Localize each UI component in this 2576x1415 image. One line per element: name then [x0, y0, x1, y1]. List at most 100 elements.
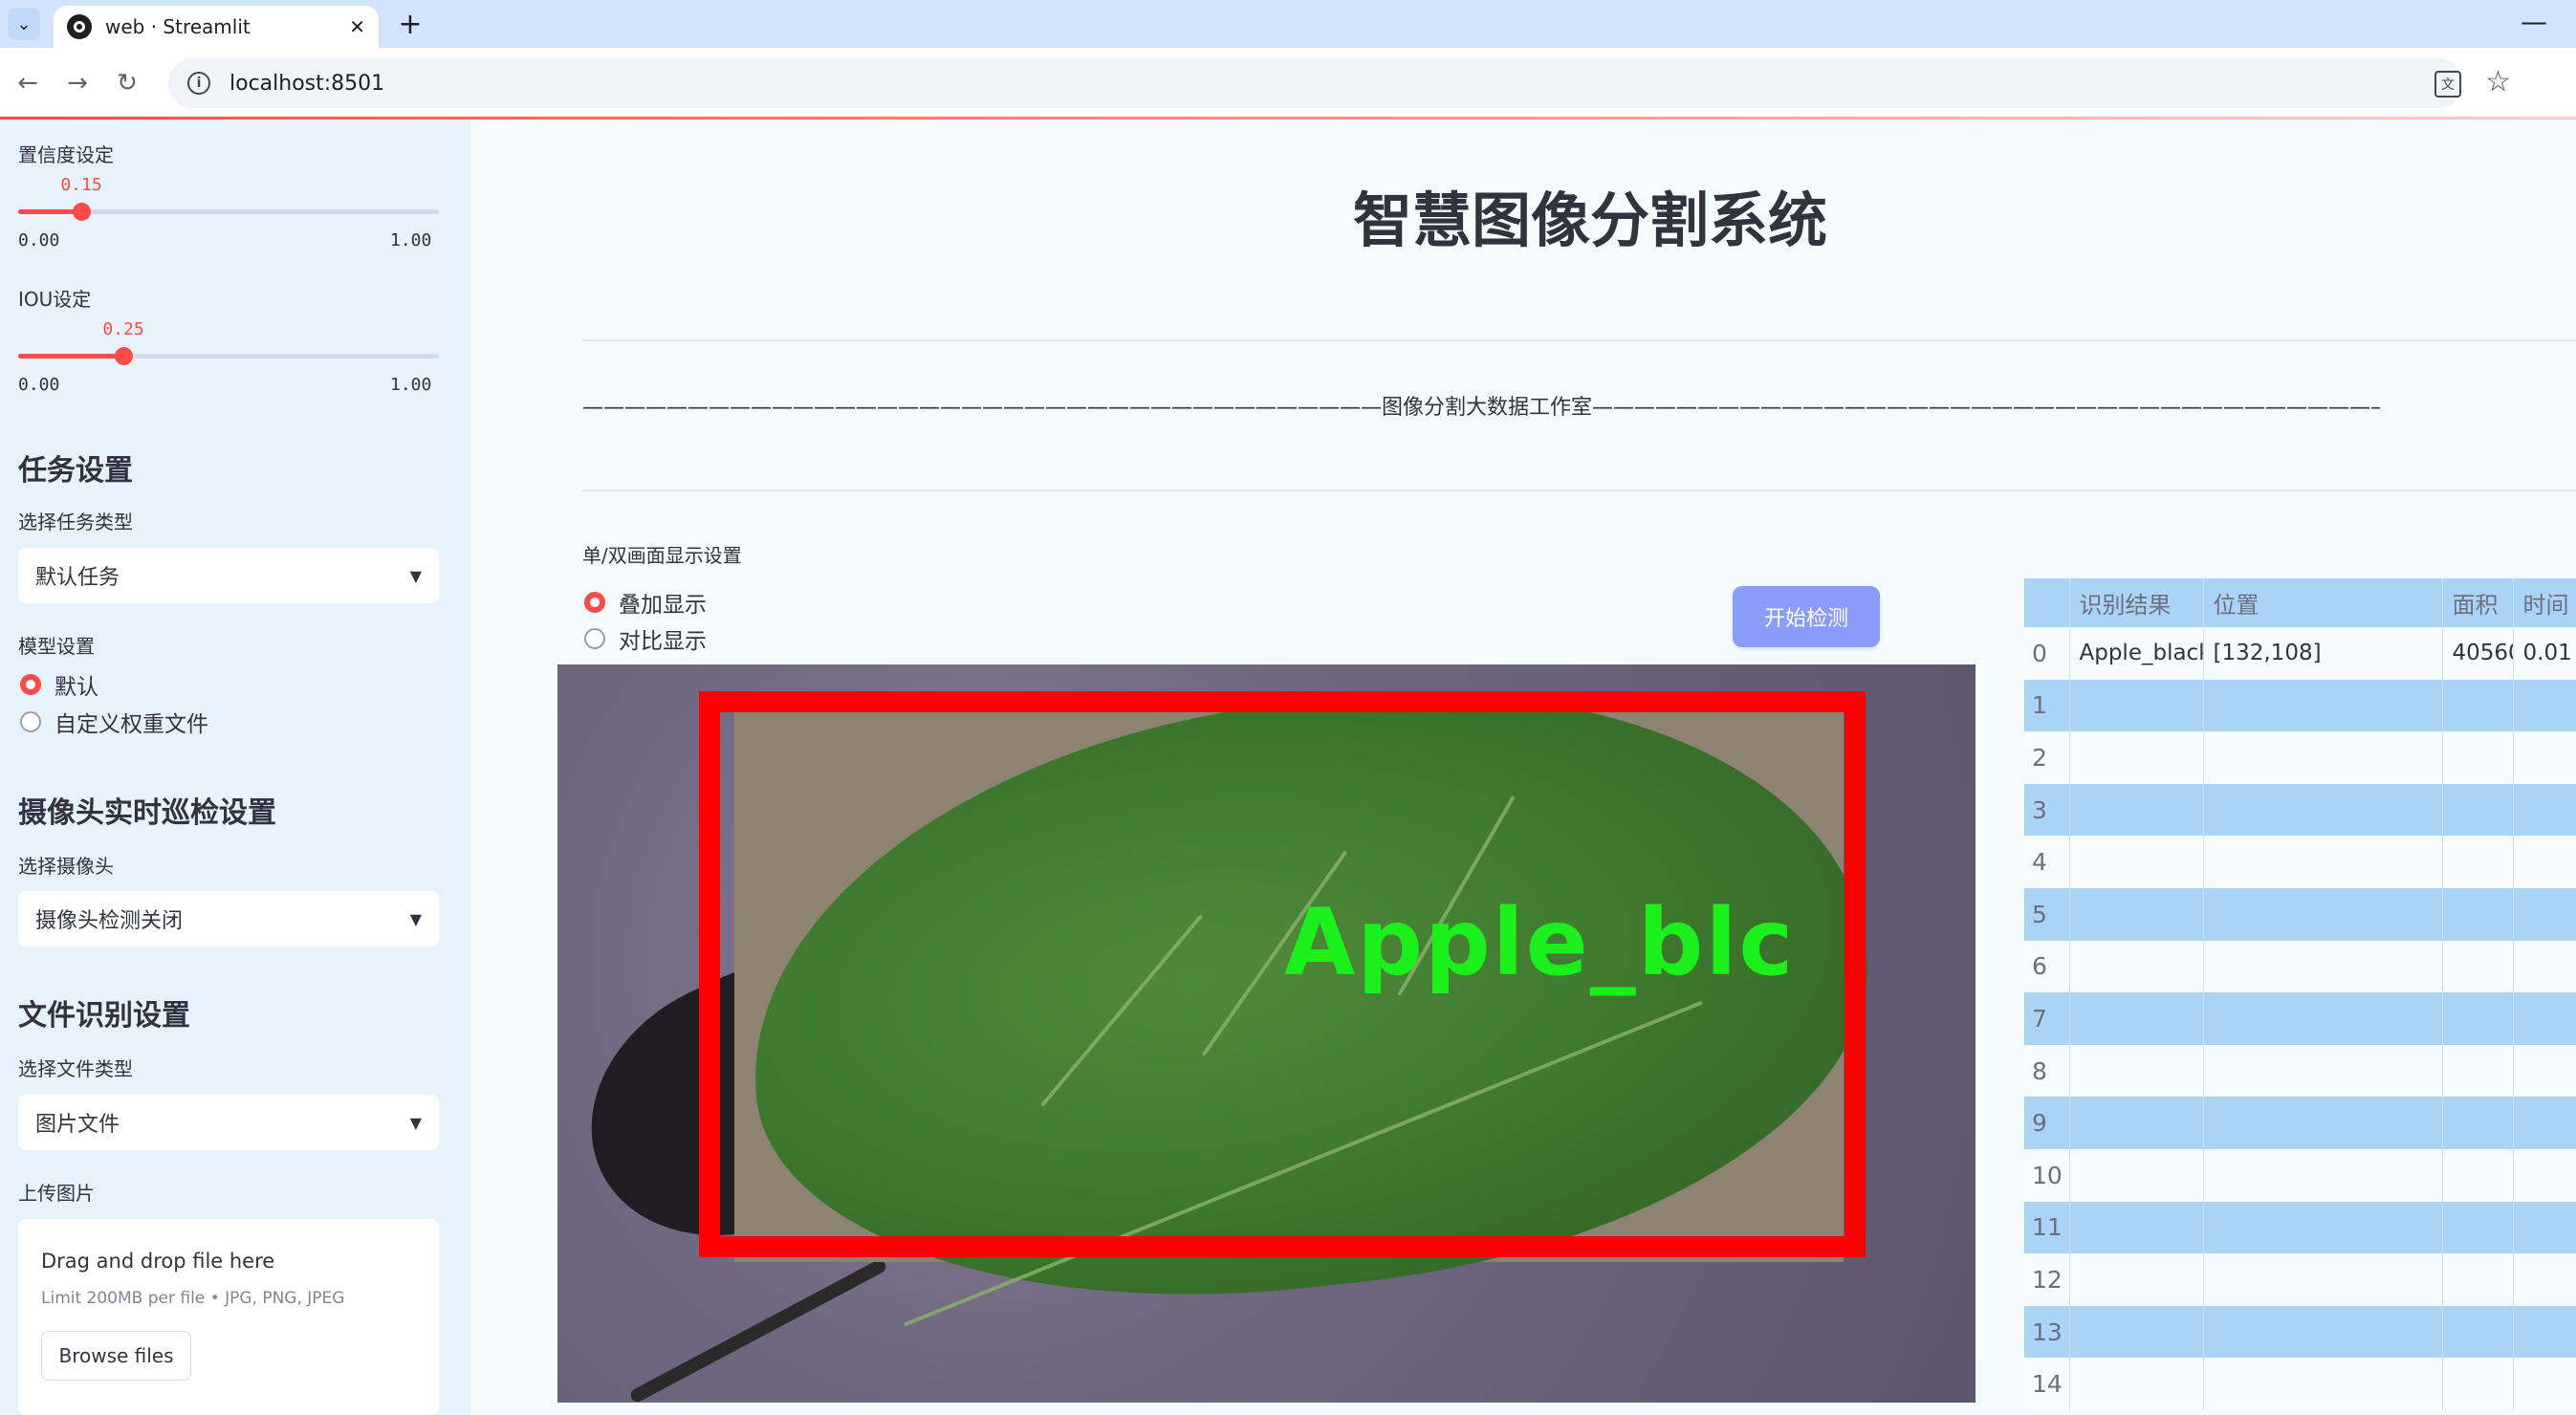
table-row[interactable]: 8 [2024, 1044, 2576, 1098]
iou-max: 1.00 [390, 375, 432, 395]
row-index-cell: 4 [2024, 836, 2070, 888]
display-option-overlay[interactable]: 叠加显示 [584, 586, 707, 619]
confidence-slider[interactable] [18, 203, 439, 221]
result-cell [2069, 1253, 2204, 1306]
table-row[interactable]: 7 [2024, 992, 2576, 1045]
table-row[interactable]: 10 [2024, 1148, 2576, 1202]
table-row[interactable]: 5 [2024, 887, 2576, 941]
time-cell [2513, 1305, 2576, 1359]
position-cell [2203, 1044, 2443, 1098]
camera-settings-header: 摄像头实时巡检设置 [18, 796, 276, 830]
iou-slider[interactable] [18, 347, 439, 365]
camera-select-label: 选择摄像头 [18, 855, 114, 878]
browser-tab[interactable]: web · Streamlit ✕ [54, 6, 379, 48]
chevron-down-icon: ▼ [409, 909, 422, 928]
display-mode-label: 单/双画面显示设置 [582, 544, 742, 567]
model-option-default[interactable]: 默认 [20, 668, 98, 701]
iou-slider-thumb[interactable] [115, 347, 133, 365]
table-row[interactable]: 6 [2024, 940, 2576, 993]
file-uploader-dropzone[interactable]: Drag and drop file here Limit 200MB per … [18, 1219, 439, 1415]
new-tab-plus-icon[interactable]: + [394, 8, 426, 41]
area-cell [2442, 783, 2514, 837]
row-index-cell: 1 [2024, 679, 2070, 732]
file-type-label: 选择文件类型 [18, 1057, 133, 1080]
table-header-row: 识别结果 位置 面积 时间 [2024, 578, 2576, 627]
radio-unselected-icon [584, 628, 605, 649]
results-table: 识别结果 位置 面积 时间 0Apple_black_ro[132,108]40… [2024, 578, 2576, 1410]
result-cell [2069, 887, 2204, 941]
radio-unselected-icon [20, 711, 41, 732]
address-url: localhost:8501 [229, 71, 385, 96]
column-header-time[interactable]: 时间 [2513, 578, 2576, 627]
column-header-result[interactable]: 识别结果 [2069, 578, 2204, 627]
reload-icon[interactable]: ↻ [109, 65, 145, 101]
confidence-slider-thumb[interactable] [73, 203, 91, 221]
detection-class-label: Apple_blc [1284, 889, 1796, 996]
address-bar[interactable]: i localhost:8501 [168, 58, 2463, 108]
main-content: 智慧图像分割系统 ———————————————————————————————… [470, 120, 2576, 1415]
column-header-index[interactable] [2024, 578, 2070, 627]
radio-selected-icon [584, 592, 605, 613]
row-index-cell: 11 [2024, 1201, 2070, 1254]
area-cell [2442, 731, 2514, 784]
column-header-area[interactable]: 面积 [2442, 578, 2514, 627]
time-cell [2513, 1358, 2576, 1410]
area-cell [2442, 1253, 2514, 1306]
camera-select[interactable]: 摄像头检测关闭 ▼ [18, 891, 439, 947]
time-cell: 0.01 [2513, 627, 2576, 680]
table-row[interactable]: 14 [2024, 1358, 2576, 1410]
iou-min: 0.00 [18, 375, 60, 395]
start-detection-button[interactable]: 开始检测 [1733, 586, 1880, 647]
row-index-cell: 7 [2024, 992, 2070, 1045]
time-cell [2513, 679, 2576, 732]
model-option-custom-weights[interactable]: 自定义权重文件 [20, 706, 208, 738]
result-cell [2069, 731, 2204, 784]
back-arrow-icon[interactable]: ← [10, 65, 46, 101]
time-cell [2513, 992, 2576, 1045]
area-cell [2442, 1358, 2514, 1410]
time-cell [2513, 1097, 2576, 1149]
browser-toolbar: ← → ↻ i localhost:8501 文 ☆ [0, 48, 2576, 119]
task-type-select[interactable]: 默认任务 ▼ [18, 548, 439, 603]
model-option-label: 默认 [55, 675, 98, 700]
upload-limit-text: Limit 200MB per file • JPG, PNG, JPEG [41, 1289, 345, 1308]
table-row[interactable]: 4 [2024, 836, 2576, 888]
table-row[interactable]: 2 [2024, 731, 2576, 784]
result-cell [2069, 1358, 2204, 1410]
column-header-position[interactable]: 位置 [2203, 578, 2443, 627]
table-row[interactable]: 11 [2024, 1201, 2576, 1254]
bookmark-star-icon[interactable]: ☆ [2485, 65, 2511, 98]
site-info-icon[interactable]: i [187, 72, 210, 95]
browse-files-button[interactable]: Browse files [41, 1331, 191, 1381]
table-row[interactable]: 3 [2024, 783, 2576, 837]
row-index-cell: 3 [2024, 783, 2070, 837]
translate-icon[interactable]: 文 [2434, 71, 2461, 98]
position-cell [2203, 1358, 2443, 1410]
table-row[interactable]: 1 [2024, 679, 2576, 732]
table-row[interactable]: 12 [2024, 1253, 2576, 1306]
chevron-down-icon: ▼ [409, 566, 422, 585]
table-row[interactable]: 9 [2024, 1097, 2576, 1149]
display-option-compare[interactable]: 对比显示 [584, 622, 707, 655]
confidence-max: 1.00 [390, 230, 432, 250]
model-settings-label: 模型设置 [18, 635, 95, 658]
divider [582, 339, 2576, 341]
table-row[interactable]: 13 [2024, 1305, 2576, 1359]
area-cell [2442, 1201, 2514, 1254]
confidence-label: 置信度设定 [18, 143, 114, 166]
time-cell [2513, 731, 2576, 784]
row-index-cell: 2 [2024, 731, 2070, 784]
result-cell [2069, 836, 2204, 888]
position-cell [2203, 992, 2443, 1045]
result-cell [2069, 992, 2204, 1045]
area-cell [2442, 1097, 2514, 1149]
time-cell [2513, 783, 2576, 837]
file-type-select[interactable]: 图片文件 ▼ [18, 1095, 439, 1150]
forward-arrow-icon[interactable]: → [59, 65, 96, 101]
minimize-window-icon[interactable]: — [2521, 6, 2547, 37]
tab-list-chevron-icon[interactable]: ⌄ [8, 8, 40, 40]
result-cell [2069, 1201, 2204, 1254]
tab-close-icon[interactable]: ✕ [349, 15, 365, 38]
table-row[interactable]: 0Apple_black_ro[132,108]405600.01 [2024, 627, 2576, 680]
results-table-body: 0Apple_black_ro[132,108]405600.011234567… [2024, 627, 2576, 1410]
